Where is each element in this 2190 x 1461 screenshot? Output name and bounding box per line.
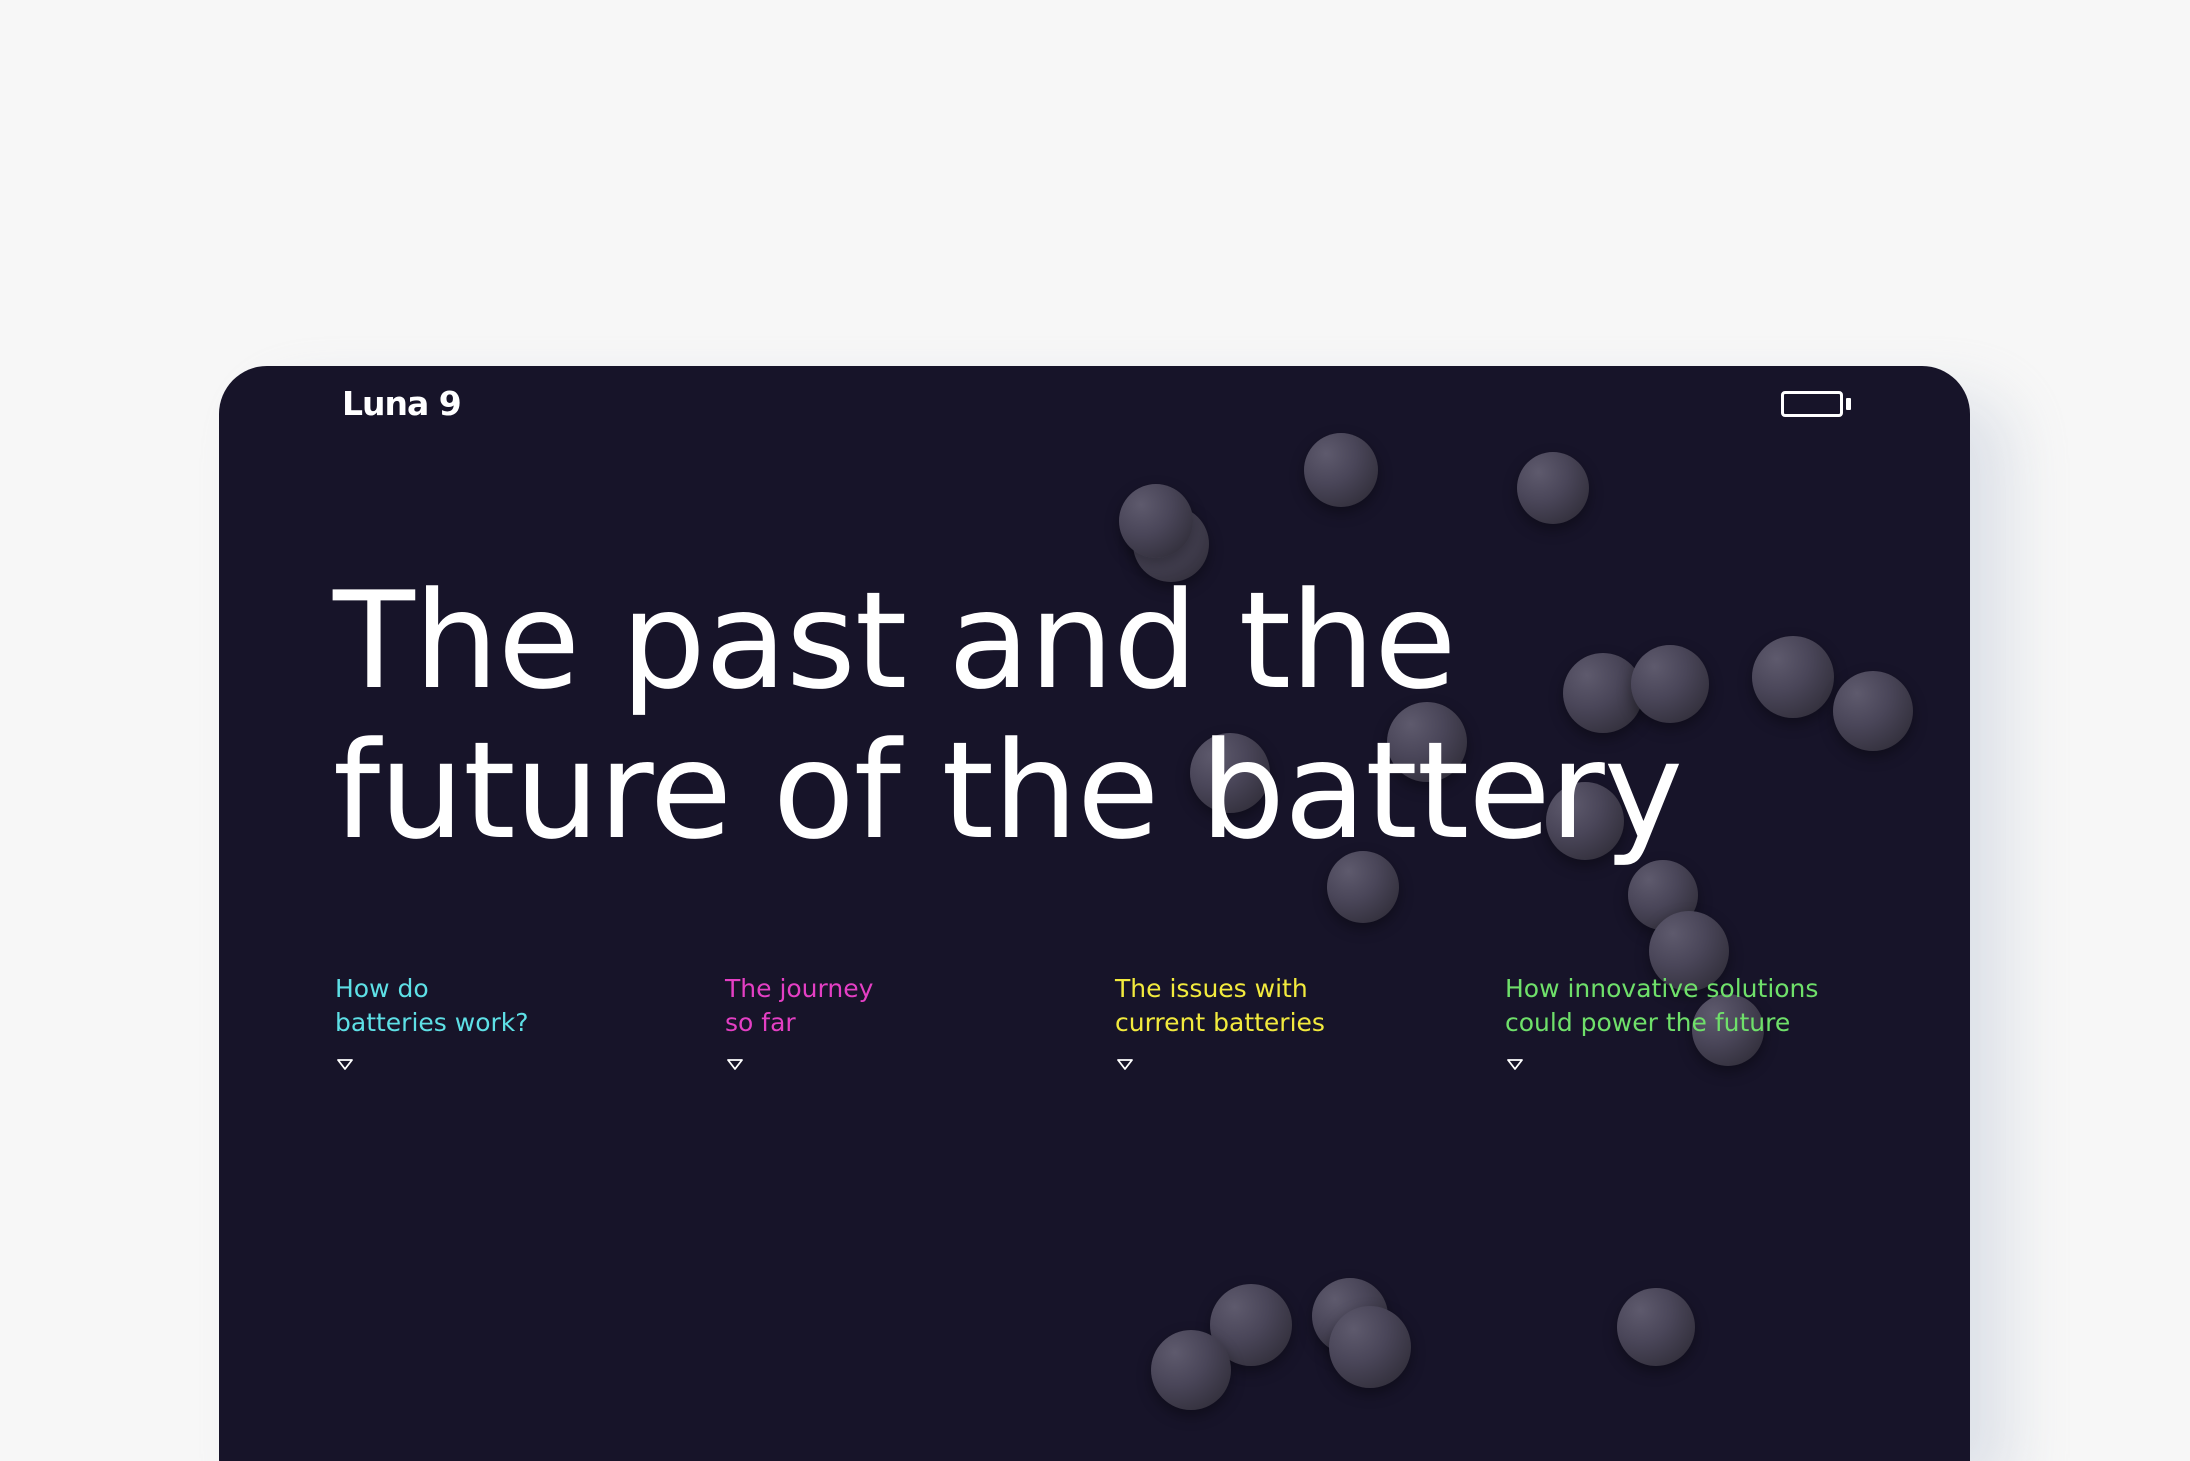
page-title-line-1: The past and the <box>333 563 1457 719</box>
sphere-decoration <box>1304 433 1378 507</box>
nav-item-innovative-solutions[interactable]: How innovative solutions could power the… <box>1505 972 1885 1072</box>
chevron-down-icon[interactable] <box>1506 1058 1524 1072</box>
logo[interactable]: Luna 9 <box>342 384 462 424</box>
battery-icon-body <box>1781 391 1843 417</box>
nav-item-label-line-2: current batteries <box>1115 1008 1325 1037</box>
nav-item-label-line-2: so far <box>725 1008 796 1037</box>
nav-item-how-batteries-work[interactable]: How do batteries work? <box>335 972 715 1072</box>
nav-item-label-line-2: batteries work? <box>335 1008 529 1037</box>
nav-item-journey-so-far[interactable]: The journey so far <box>725 972 1105 1072</box>
nav-item-issues-current-batteries[interactable]: The issues with current batteries <box>1115 972 1495 1072</box>
chevron-down-icon[interactable] <box>726 1058 744 1072</box>
chevron-down-icon[interactable] <box>1116 1058 1134 1072</box>
chevron-down-icon[interactable] <box>336 1058 354 1072</box>
section-nav: How do batteries work? The journey so fa… <box>335 972 1895 1092</box>
battery-icon[interactable] <box>1781 391 1851 417</box>
page-title: The past and the future of the battery <box>333 566 1893 866</box>
sphere-decoration <box>1617 1288 1695 1366</box>
page-title-line-2: future of the battery <box>333 713 1683 869</box>
sphere-decoration <box>1119 484 1193 558</box>
sphere-decoration <box>1151 1330 1231 1410</box>
battery-icon-terminal <box>1846 398 1851 410</box>
nav-item-label-line-1: How do <box>335 974 429 1003</box>
nav-item-label-line-1: The journey <box>725 974 874 1003</box>
sphere-decoration <box>1329 1306 1411 1388</box>
sphere-decoration <box>1517 452 1589 524</box>
nav-item-label-line-1: The issues with <box>1115 974 1308 1003</box>
page-background: Luna 9 The past and the future of the ba… <box>0 0 2190 1461</box>
nav-item-label-line-2: could power the future <box>1505 1008 1791 1037</box>
nav-item-label-line-1: How innovative solutions <box>1505 974 1819 1003</box>
hero-card: Luna 9 The past and the future of the ba… <box>219 366 1970 1461</box>
